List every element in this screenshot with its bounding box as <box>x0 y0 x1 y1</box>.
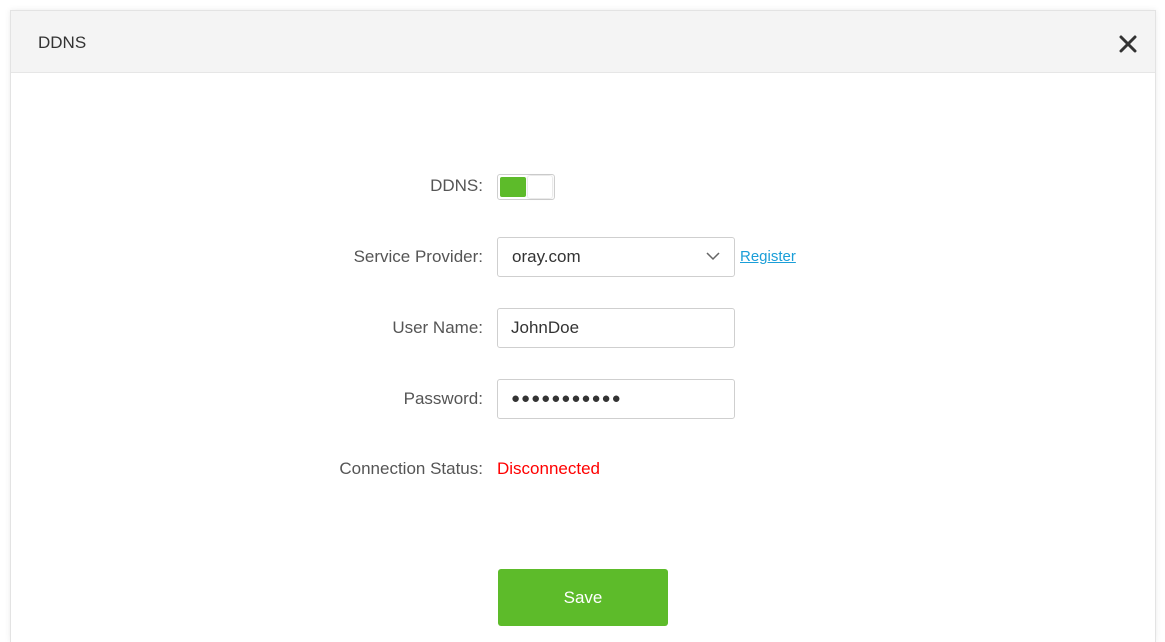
toggle-knob <box>528 176 552 198</box>
register-link[interactable]: Register <box>740 237 796 277</box>
dialog-title: DDNS <box>38 33 87 52</box>
password-row: Password: ●●●●●●●●●●● <box>11 379 1155 419</box>
service-provider-row: Service Provider: oray.com Register <box>11 237 1155 277</box>
dialog-header: DDNS <box>11 11 1155 73</box>
service-provider-label: Service Provider: <box>353 247 483 266</box>
chevron-down-icon <box>706 252 720 261</box>
ddns-row: DDNS: <box>11 166 1155 206</box>
connection-status-label: Connection Status: <box>339 459 483 478</box>
password-input[interactable] <box>497 379 735 419</box>
ddns-label: DDNS: <box>430 176 483 195</box>
connection-status-row: Connection Status: Disconnected <box>11 449 1155 489</box>
close-icon[interactable] <box>1119 35 1137 53</box>
toggle-on-fill <box>500 177 526 197</box>
connection-status-value: Disconnected <box>497 459 601 478</box>
user-name-label: User Name: <box>392 318 483 337</box>
service-provider-select[interactable]: oray.com <box>497 237 735 277</box>
save-button[interactable]: Save <box>498 569 668 626</box>
ddns-toggle[interactable] <box>497 174 555 200</box>
user-name-row: User Name: <box>11 308 1155 348</box>
password-label: Password: <box>403 389 483 408</box>
service-provider-value: oray.com <box>512 247 581 266</box>
ddns-dialog: DDNS DDNS: Service Provider: oray.com Re… <box>10 10 1156 642</box>
user-name-input[interactable] <box>497 308 735 348</box>
